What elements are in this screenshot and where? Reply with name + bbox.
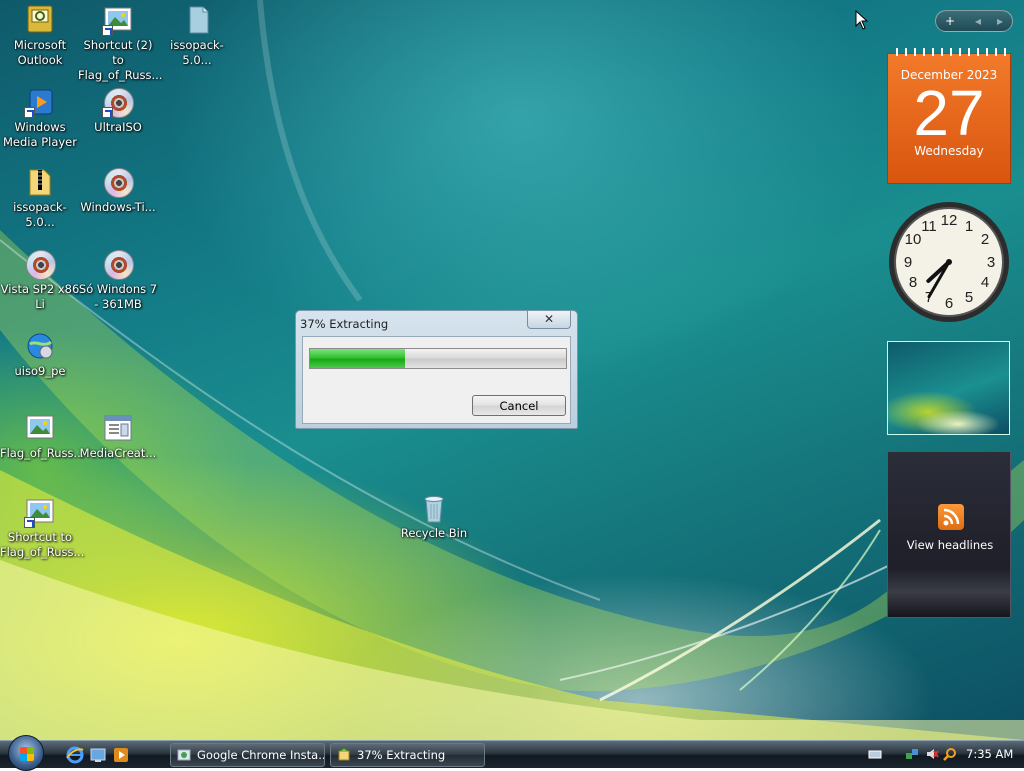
svg-text:11: 11	[921, 218, 937, 235]
desktop-icon-shortcut-flag[interactable]: Shortcut to Flag_of_Russ...	[0, 496, 85, 560]
desktop-icon-label: Só Windons 7 - 361MB	[78, 282, 158, 311]
svg-text:2: 2	[981, 231, 989, 248]
extracting-dialog: 37% Extracting ✕ Cancel	[295, 310, 578, 429]
desktop-icon-media-player[interactable]: Windows Media Player	[0, 86, 80, 150]
dialog-close-button[interactable]: ✕	[527, 311, 571, 329]
desktop-icon-label: Shortcut to Flag_of_Russ...	[0, 530, 85, 559]
progress-fill	[310, 349, 405, 368]
keyboard-language-icon[interactable]	[868, 747, 882, 761]
desktop-icon-ultraiso[interactable]: UltraISO	[78, 86, 158, 135]
media-player-quicklaunch-icon[interactable]	[112, 746, 130, 764]
svg-text:3: 3	[987, 254, 995, 271]
feed-headlines-gadget[interactable]: View headlines	[887, 451, 1011, 618]
desktop-icon-flag-of-russ[interactable]: Flag_of_Russ...	[0, 412, 85, 461]
outlook-icon	[24, 4, 56, 36]
image-file-icon	[24, 496, 56, 528]
desktop-icon-label: Windows-Ti...	[80, 200, 156, 214]
add-gadget-button[interactable]: +	[938, 13, 962, 29]
taskbar-button-label: Google Chrome Insta...	[197, 748, 325, 762]
shortcut-arrow-icon	[24, 517, 35, 528]
desktop[interactable]: Microsoft Outlook Shortcut (2) to Flag_o…	[0, 0, 1024, 740]
desktop-icon-label: uiso9_pe	[14, 364, 66, 378]
image-file-icon	[24, 412, 56, 444]
installer-globe-icon	[24, 330, 56, 362]
installer-window-icon	[177, 749, 191, 761]
analog-clock-face: 1212 345 678 91011	[889, 202, 1009, 322]
svg-text:5: 5	[965, 289, 973, 306]
rss-feed-icon	[938, 504, 964, 530]
svg-text:10: 10	[905, 231, 922, 248]
previous-page-button[interactable]: ◂	[966, 13, 990, 29]
desktop-icon-recycle-bin[interactable]: Recycle Bin	[394, 492, 474, 541]
zip-folder-icon	[24, 166, 56, 198]
mouse-cursor-icon	[855, 10, 869, 30]
desktop-icon-vista-sp2[interactable]: Vista SP2 x86 Li	[0, 248, 80, 312]
svg-text:4: 4	[981, 274, 989, 291]
network-icon[interactable]	[905, 747, 919, 761]
cancel-button[interactable]: Cancel	[472, 395, 566, 416]
desktop-icon-mediacreat[interactable]: MediaCreat...	[78, 412, 158, 461]
show-desktop-icon[interactable]	[89, 746, 107, 764]
calendar-rings	[892, 48, 1008, 56]
image-file-icon	[102, 4, 134, 36]
calendar-day: 27	[913, 77, 985, 149]
desktop-icon-issopack-file[interactable]: issopack-5.0...	[157, 4, 237, 68]
svg-text:9: 9	[904, 254, 912, 271]
svg-text:12: 12	[941, 212, 958, 229]
media-player-icon	[24, 86, 56, 118]
shortcut-arrow-icon	[24, 107, 35, 118]
extract-icon	[338, 748, 350, 761]
desktop-icon-uiso9-pe[interactable]: uiso9_pe	[0, 330, 80, 379]
document-icon	[181, 4, 213, 36]
disc-icon	[102, 166, 134, 198]
disc-icon	[102, 248, 134, 280]
shortcut-arrow-icon	[102, 107, 113, 118]
desktop-icon-label: MediaCreat...	[79, 446, 157, 460]
recycle-bin-icon	[418, 492, 450, 524]
disc-icon	[102, 86, 134, 118]
calendar-weekday: Wednesday	[914, 144, 984, 158]
desktop-icon-label: issopack-5.0...	[13, 200, 67, 229]
desktop-icon-so-windons-7[interactable]: Só Windons 7 - 361MB	[78, 248, 158, 312]
taskbar-button-extracting[interactable]: 37% Extracting	[330, 743, 485, 767]
svg-text:8: 8	[909, 274, 917, 291]
desktop-icon-label: Shortcut (2) to Flag_of_Russ...	[78, 38, 163, 82]
search-icon[interactable]	[943, 747, 957, 761]
shortcut-arrow-icon	[102, 25, 113, 36]
windows-logo-icon	[20, 747, 34, 761]
disc-icon	[24, 248, 56, 280]
svg-text:6: 6	[945, 295, 953, 312]
volume-muted-icon[interactable]	[925, 747, 939, 761]
next-page-button[interactable]: ▸	[988, 13, 1012, 29]
dialog-title: 37% Extracting	[300, 317, 389, 331]
desktop-icon-shortcut2-flag[interactable]: Shortcut (2) to Flag_of_Russ...	[78, 4, 163, 83]
slideshow-gadget[interactable]	[887, 341, 1010, 435]
desktop-icon-label: UltraISO	[94, 120, 142, 134]
calendar-gadget[interactable]: December 2023 27 Wednesday	[887, 48, 1011, 184]
desktop-icon-outlook[interactable]: Microsoft Outlook	[0, 4, 80, 68]
desktop-icon-issopack-zip[interactable]: issopack-5.0...	[0, 166, 80, 230]
application-window-icon	[102, 412, 134, 444]
taskbar-button-label: 37% Extracting	[357, 748, 446, 762]
desktop-icon-label: Microsoft Outlook	[13, 38, 67, 67]
extract-progress-bar	[309, 348, 567, 369]
desktop-icon-label: Vista SP2 x86 Li	[0, 282, 80, 311]
taskbar-clock[interactable]: 7:35 AM	[966, 747, 1013, 761]
desktop-icon-label: Recycle Bin	[400, 526, 468, 540]
dialog-body: Cancel	[302, 336, 571, 424]
internet-explorer-icon[interactable]	[66, 746, 84, 764]
start-button[interactable]	[8, 735, 44, 771]
sidebar-controls: + ◂ ▸	[935, 10, 1013, 32]
taskbar: Google Chrome Insta... 37% Extracting 7:…	[0, 735, 1024, 771]
taskbar-button-chrome-installer[interactable]: Google Chrome Insta...	[170, 743, 325, 767]
clock-gadget[interactable]: 1212 345 678 91011	[887, 200, 1011, 324]
desktop-icon-windows-ti[interactable]: Windows-Ti...	[78, 166, 158, 215]
view-headlines-link[interactable]: View headlines	[888, 538, 1012, 552]
desktop-icon-label: Flag_of_Russ...	[0, 446, 85, 460]
svg-text:1: 1	[965, 218, 973, 235]
desktop-icon-label: Windows Media Player	[3, 120, 77, 149]
desktop-icon-label: issopack-5.0...	[170, 38, 224, 67]
